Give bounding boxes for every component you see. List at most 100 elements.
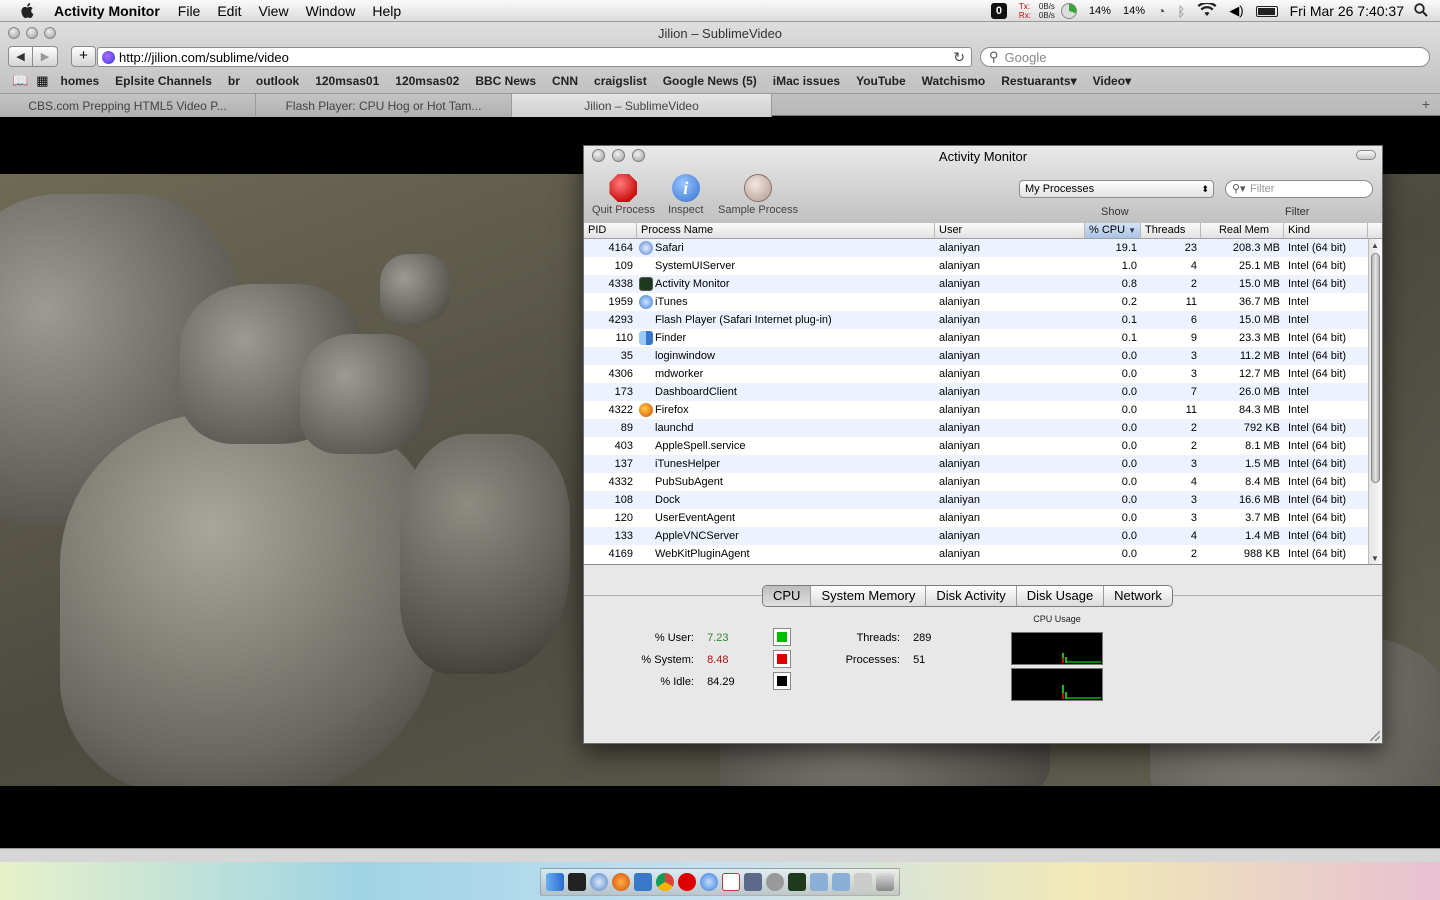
bookmark-item[interactable]: outlook <box>256 74 299 88</box>
col-header-pid[interactable]: PID <box>584 223 637 238</box>
table-row[interactable]: 4164 Safari alaniyan 19.1 23 208.3 MB Intel (6… <box>584 239 1382 257</box>
table-row[interactable]: 4306 mdworker alaniyan 0.0 3 12.7 MB Intel (64… <box>584 365 1382 383</box>
folder-dock-icon[interactable] <box>810 873 828 891</box>
resize-grip[interactable] <box>1370 731 1380 741</box>
table-row[interactable]: 4293 Flash Player (Safari Internet plug-i… <box>584 311 1382 329</box>
sample-process-button[interactable]: Sample Process <box>718 174 798 216</box>
spotlight-icon[interactable] <box>1414 2 1428 20</box>
menu-file[interactable]: File <box>178 3 201 19</box>
tab-disk-usage[interactable]: Disk Usage <box>1017 586 1105 606</box>
folder-dock-icon[interactable] <box>832 873 850 891</box>
tab-jilion[interactable]: Jilion – SublimeVideo <box>512 94 772 117</box>
bookmark-item[interactable]: Eplsite Channels <box>115 74 212 88</box>
firefox-dock-icon[interactable] <box>612 873 630 891</box>
cpu-usage-2[interactable]: 14% <box>1123 5 1145 17</box>
bookmark-folder[interactable]: Video▾ <box>1093 74 1131 88</box>
bookmark-item[interactable]: Google News (5) <box>663 74 757 88</box>
scroll-down-arrow-icon[interactable]: ▼ <box>1371 554 1379 563</box>
menu-view[interactable]: View <box>258 3 288 19</box>
user-color-well[interactable] <box>773 628 791 646</box>
forward-button[interactable]: ▶ <box>33 46 58 67</box>
tab-network[interactable]: Network <box>1104 586 1172 606</box>
table-row[interactable]: 120 UserEventAgent alaniyan 0.0 3 3.7 MB Intel… <box>584 509 1382 527</box>
itunes-dock-icon[interactable] <box>700 873 718 891</box>
top-sites-grid-icon[interactable]: ▦ <box>36 73 48 89</box>
tab-system-memory[interactable]: System Memory <box>811 586 927 606</box>
cisco-dock-icon[interactable] <box>722 873 740 891</box>
bookmark-item[interactable]: Watchismo <box>922 74 986 88</box>
bookmark-item[interactable]: YouTube <box>856 74 906 88</box>
bluetooth-icon[interactable]: ᛒ <box>1177 4 1185 19</box>
add-bookmark-button[interactable]: + <box>71 46 96 67</box>
address-bar[interactable]: http://jilion.com/sublime/video ↻ <box>97 47 972 67</box>
opera-status-icon[interactable]: 0 <box>990 3 1007 19</box>
scroll-thumb[interactable] <box>1371 253 1380 483</box>
activity-monitor-dock-icon[interactable] <box>788 873 806 891</box>
bookmark-item[interactable]: craigslist <box>594 74 647 88</box>
bookmark-item[interactable]: CNN <box>552 74 578 88</box>
tab-disk-activity[interactable]: Disk Activity <box>926 586 1017 606</box>
app-dock-icon[interactable] <box>744 873 762 891</box>
time-machine-icon[interactable]: ◔ <box>1157 3 1165 19</box>
reading-list-book-icon[interactable]: 📖 <box>12 73 28 89</box>
table-row[interactable]: 173 DashboardClient alaniyan 0.0 7 26.0 MB Int… <box>584 383 1382 401</box>
reload-icon[interactable]: ↻ <box>953 49 965 66</box>
table-row[interactable]: 4169 WebKitPluginAgent alaniyan 0.0 2 988 KB I… <box>584 545 1382 563</box>
col-header-process-name[interactable]: Process Name <box>637 223 935 238</box>
clock[interactable]: Fri Mar 26 7:40:37 <box>1290 3 1404 19</box>
menu-window[interactable]: Window <box>306 3 356 19</box>
tab-cpu[interactable]: CPU <box>763 586 812 606</box>
table-row[interactable]: 35 loginwindow alaniyan 0.0 3 11.2 MB Intel (6… <box>584 347 1382 365</box>
col-header-real-mem[interactable]: Real Mem <box>1201 223 1284 238</box>
tab-flash-player[interactable]: Flash Player: CPU Hog or Hot Tam... <box>256 94 512 117</box>
wifi-icon[interactable] <box>1197 1 1217 20</box>
table-row[interactable]: 109 SystemUIServer alaniyan 1.0 4 25.1 MB Inte… <box>584 257 1382 275</box>
finder-dock-icon[interactable] <box>546 873 564 891</box>
bookmark-folder[interactable]: Restuarants▾ <box>1001 74 1076 88</box>
idle-color-well[interactable] <box>773 672 791 690</box>
table-row[interactable]: 4322 Firefox alaniyan 0.0 11 84.3 MB Intel <box>584 401 1382 419</box>
col-header-user[interactable]: User <box>935 223 1085 238</box>
bookmark-item[interactable]: homes <box>60 74 99 88</box>
table-row[interactable]: 108 Dock alaniyan 0.0 3 16.6 MB Intel (64 bit) <box>584 491 1382 509</box>
bookmark-item[interactable]: BBC News <box>475 74 536 88</box>
table-row[interactable]: 403 AppleSpell.service alaniyan 0.0 2 8.1 MB I… <box>584 437 1382 455</box>
menu-edit[interactable]: Edit <box>217 3 241 19</box>
filter-input[interactable]: ⚲▾ Filter <box>1225 180 1373 198</box>
table-row[interactable]: 137 iTunesHelper alaniyan 0.0 3 1.5 MB Intel (… <box>584 455 1382 473</box>
table-row[interactable]: 89 launchd alaniyan 0.0 2 792 KB Intel (64 bit… <box>584 419 1382 437</box>
system-preferences-dock-icon[interactable] <box>766 873 784 891</box>
new-tab-button[interactable]: + <box>1422 96 1430 112</box>
bookmark-item[interactable]: 120msas02 <box>395 74 459 88</box>
back-button[interactable]: ◀ <box>8 46 33 67</box>
pie-status-icon[interactable] <box>1060 3 1077 19</box>
volume-icon[interactable]: ◀) <box>1229 3 1243 19</box>
tab-cbs[interactable]: CBS.com Prepping HTML5 Video P... <box>0 94 256 117</box>
system-color-well[interactable] <box>773 650 791 668</box>
toolbar-toggle-button[interactable] <box>1356 150 1376 160</box>
scroll-up-arrow-icon[interactable]: ▲ <box>1371 241 1379 250</box>
inspect-button[interactable]: i Inspect <box>668 174 703 216</box>
safari-dock-icon[interactable] <box>590 873 608 891</box>
col-header-kind[interactable]: Kind <box>1284 223 1368 238</box>
quit-process-button[interactable]: Quit Process <box>592 174 655 216</box>
chrome-dock-icon[interactable] <box>656 873 674 891</box>
col-header-threads[interactable]: Threads <box>1141 223 1201 238</box>
trash-dock-icon[interactable] <box>876 873 894 891</box>
table-row[interactable]: 1959 iTunes alaniyan 0.2 11 36.7 MB Intel <box>584 293 1382 311</box>
battery-icon[interactable] <box>1255 5 1278 17</box>
search-field[interactable]: ⚲ Google <box>980 47 1430 67</box>
table-row[interactable]: 133 AppleVNCServer alaniyan 0.0 4 1.4 MB Intel… <box>584 527 1382 545</box>
table-row[interactable]: 4338 Activity Monitor alaniyan 0.8 2 15.0 MB I… <box>584 275 1382 293</box>
menu-app-name[interactable]: Activity Monitor <box>54 3 160 19</box>
documents-dock-icon[interactable] <box>854 873 872 891</box>
network-rates[interactable]: 0B/s 0B/s <box>1039 2 1055 20</box>
url-text[interactable]: http://jilion.com/sublime/video <box>119 50 289 65</box>
col-header-cpu[interactable]: % CPU ▼ <box>1085 223 1141 238</box>
menu-help[interactable]: Help <box>372 3 401 19</box>
bookmark-item[interactable]: 120msas01 <box>315 74 379 88</box>
opera-dock-icon[interactable] <box>678 873 696 891</box>
vertical-scrollbar[interactable]: ▲ ▼ <box>1368 239 1382 564</box>
table-row[interactable]: 110 Finder alaniyan 0.1 9 23.3 MB Intel (64 bi… <box>584 329 1382 347</box>
app-dock-icon[interactable] <box>634 873 652 891</box>
